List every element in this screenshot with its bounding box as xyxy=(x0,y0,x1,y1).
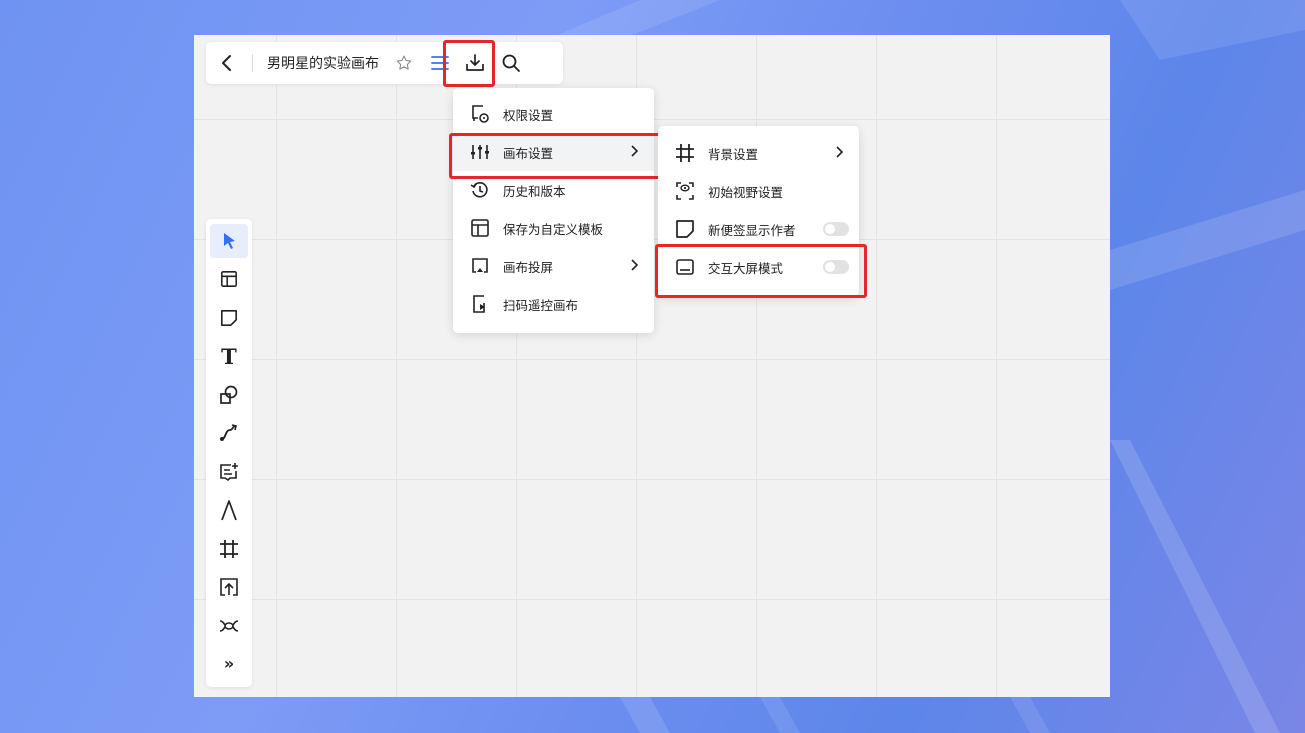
frame-layout-icon xyxy=(220,270,238,288)
tool-upload[interactable] xyxy=(210,570,248,604)
canvas-title[interactable]: 男明星的实验画布 xyxy=(267,53,379,73)
menu-button[interactable] xyxy=(423,42,457,84)
mindmap-icon xyxy=(219,616,239,636)
select-cursor-icon xyxy=(221,232,237,250)
top-toolbar: 男明星的实验画布 xyxy=(206,42,563,84)
tool-select[interactable] xyxy=(210,224,248,258)
divider xyxy=(252,54,253,72)
tool-frame[interactable] xyxy=(210,262,248,296)
sticky-note-icon xyxy=(674,218,696,240)
menu-item-scan-remote[interactable]: 扫码遥控画布 xyxy=(453,285,654,323)
tool-comment[interactable] xyxy=(210,455,248,489)
download-button[interactable] xyxy=(457,42,493,84)
star-icon xyxy=(395,54,413,72)
menu-icon xyxy=(430,54,450,72)
tool-text[interactable]: T xyxy=(210,339,248,373)
tool-connector[interactable] xyxy=(210,416,248,450)
tool-more[interactable]: » xyxy=(210,647,248,681)
whiteboard-canvas[interactable]: 男明星的实验画布 权限设置 画布设置 历史和版本 保存为自定义模板 画布投屏 扫… xyxy=(194,35,1110,697)
grid-icon xyxy=(674,142,696,164)
sliders-icon xyxy=(469,141,491,163)
scan-remote-icon xyxy=(469,293,491,315)
favorite-button[interactable] xyxy=(391,42,417,84)
submenu-item-big-screen[interactable]: 交互大屏模式 xyxy=(658,248,859,286)
screen-icon xyxy=(674,256,696,278)
cast-icon xyxy=(469,255,491,277)
back-chevron-icon xyxy=(220,54,234,72)
back-button[interactable] xyxy=(206,42,248,84)
text-icon: T xyxy=(221,343,237,369)
history-icon xyxy=(469,179,491,201)
crop-frame-icon xyxy=(219,539,239,559)
search-button[interactable] xyxy=(493,42,529,84)
submenu-item-initial-view[interactable]: 初始视野设置 xyxy=(658,172,859,210)
permission-icon xyxy=(469,103,491,125)
comment-icon xyxy=(219,462,239,482)
canvas-settings-submenu: 背景设置 初始视野设置 新便签显示作者 交互大屏模式 xyxy=(658,126,859,297)
tool-sticky-note[interactable] xyxy=(210,301,248,335)
chevron-right-icon xyxy=(630,258,640,272)
connector-icon xyxy=(219,423,239,443)
chevron-right-icon xyxy=(630,144,640,158)
menu-item-save-template[interactable]: 保存为自定义模板 xyxy=(453,209,654,247)
menu-item-history[interactable]: 历史和版本 xyxy=(453,171,654,209)
menu-item-permission[interactable]: 权限设置 xyxy=(453,95,654,133)
tool-crop-frame[interactable] xyxy=(210,532,248,566)
menu-item-canvas-settings[interactable]: 画布设置 xyxy=(453,133,654,171)
sticky-note-icon xyxy=(220,309,238,327)
menu-item-cast[interactable]: 画布投屏 xyxy=(453,247,654,285)
upload-icon xyxy=(219,577,239,597)
main-menu: 权限设置 画布设置 历史和版本 保存为自定义模板 画布投屏 扫码遥控画布 xyxy=(453,88,654,333)
submenu-item-background[interactable]: 背景设置 xyxy=(658,134,859,172)
tool-pen[interactable] xyxy=(210,493,248,527)
tool-mindmap[interactable] xyxy=(210,609,248,643)
download-icon xyxy=(465,53,485,73)
tool-shape[interactable] xyxy=(210,378,248,412)
submenu-item-note-author[interactable]: 新便签显示作者 xyxy=(658,210,859,248)
view-icon xyxy=(674,180,696,202)
big-screen-toggle[interactable] xyxy=(823,260,849,274)
left-toolbar: T » xyxy=(206,219,252,687)
shape-icon xyxy=(219,385,239,405)
more-icon: » xyxy=(223,654,235,673)
search-icon xyxy=(501,53,521,73)
template-icon xyxy=(469,217,491,239)
note-author-toggle[interactable] xyxy=(823,222,849,236)
pen-icon xyxy=(220,499,238,521)
chevron-right-icon xyxy=(835,145,845,159)
